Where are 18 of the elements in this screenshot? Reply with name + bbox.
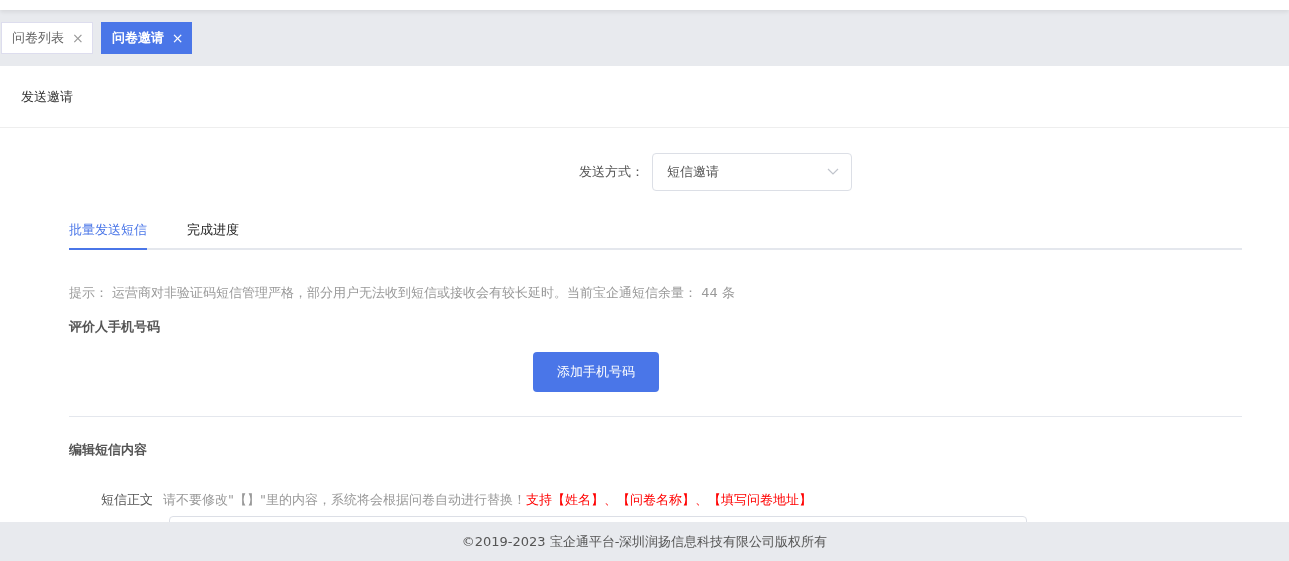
section-title: 评价人手机号码 <box>69 318 161 336</box>
method-select[interactable]: 短信邀请 <box>652 153 852 191</box>
copyright-text: ©2019-2023 宝企通平台-深圳润扬信息科技有限公司版权所有 <box>461 532 828 551</box>
close-icon[interactable]: × <box>171 30 184 46</box>
page-title: 发送邀请 <box>21 87 73 106</box>
placeholder-list: 支持【姓名】、【问卷名称】、【填写问卷地址】 <box>525 491 812 509</box>
hint-text: 请不要修改"【】"里的内容，系统将会根据问卷自动进行替换！ <box>163 491 526 509</box>
notice-text: 提示： 运营商对非验证码短信管理严格，部分用户无法收到短信或接收会有较长延时。当前宝企通短信余量： 44 条 <box>69 284 736 302</box>
close-icon[interactable]: × <box>72 30 84 46</box>
chevron-down-icon <box>827 168 839 176</box>
add-phone-button[interactable]: 添加手机号码 <box>532 352 659 392</box>
field-label: 短信正文 <box>101 491 153 509</box>
page-tab[interactable]: 问卷邀请 × <box>100 22 193 54</box>
section-title: 编辑短信内容 <box>69 441 148 459</box>
section-tab[interactable]: 完成进度 <box>187 221 239 250</box>
section-tab[interactable]: 批量发送短信 <box>69 221 147 250</box>
page-tab[interactable]: 问卷列表 × <box>1 22 93 54</box>
field-label: 发送方式： <box>579 163 644 181</box>
